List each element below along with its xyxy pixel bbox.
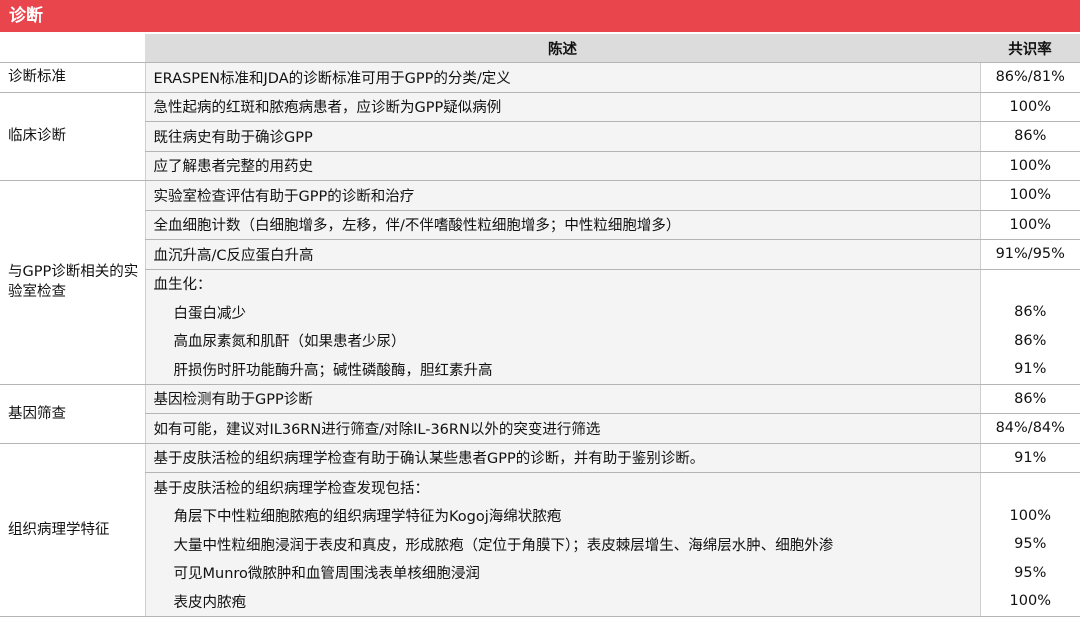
- rate-cell: [979, 269, 1080, 298]
- rate-cell: 91%: [979, 355, 1080, 385]
- rate-cell: [979, 472, 1080, 502]
- rate-cell: 100%: [979, 151, 1080, 181]
- table-row: 表皮内脓疱 100%: [0, 587, 1080, 617]
- table-row: 应了解患者完整的用药史 100%: [0, 151, 1080, 181]
- category-cell: 组织病理学特征: [0, 443, 145, 617]
- statement-cell: ERASPEN标准和JDA的诊断标准可用于GPP的分类/定义: [144, 62, 980, 93]
- statement-cell: 角层下中性粒细胞脓疱的组织病理学特征为Kogoj海绵状脓疱: [144, 501, 980, 530]
- statement-cell: 实验室检查评估有助于GPP的诊断和治疗: [144, 180, 980, 211]
- statement-column-header: 陈述: [145, 34, 980, 63]
- rate-cell: 84%/84%: [979, 413, 1080, 444]
- category-cell: 基因筛查: [0, 384, 145, 444]
- statement-cell: 基因检测有助于GPP诊断: [144, 384, 980, 414]
- table-row: 基于皮肤活检的组织病理学检查发现包括：: [0, 472, 1080, 502]
- statement-cell: 肝损伤时肝功能酶升高；碱性磷酸酶，胆红素升高: [144, 355, 980, 385]
- rate-cell: 100%: [979, 210, 1080, 240]
- category-cell: 与GPP诊断相关的实验室检查: [0, 180, 145, 385]
- statement-cell: 可见Munro微脓肿和血管周围浅表单核细胞浸润: [144, 558, 980, 587]
- rate-cell: 91%/95%: [979, 239, 1080, 270]
- statement-cell: 血沉升高/C反应蛋白升高: [144, 239, 980, 270]
- table-row: 与GPP诊断相关的实验室检查 实验室检查评估有助于GPP的诊断和治疗 100%: [0, 180, 1080, 385]
- table-row: 诊断标准 ERASPEN标准和JDA的诊断标准可用于GPP的分类/定义 86%/…: [0, 62, 1080, 93]
- table-row: 高血尿素氮和肌酐（如果患者少尿） 86%: [0, 326, 1080, 355]
- statement-cell: 全血细胞计数（白细胞增多，左移，伴/不伴嗜酸性粒细胞增多；中性粒细胞增多）: [144, 210, 980, 240]
- rate-cell: 86%: [979, 298, 1080, 327]
- statement-cell: 大量中性粒细胞浸润于表皮和真皮，形成脓疱（定位于角膜下）；表皮棘层增生、海绵层水…: [144, 530, 980, 559]
- statement-cell: 急性起病的红斑和脓疱病患者，应诊断为GPP疑似病例: [144, 92, 980, 122]
- table-row: 血生化：: [0, 269, 1080, 298]
- rate-cell: 100%: [979, 92, 1080, 122]
- table-row: 大量中性粒细胞浸润于表皮和真皮，形成脓疱（定位于角膜下）；表皮棘层增生、海绵层水…: [0, 530, 1080, 559]
- table-row: 角层下中性粒细胞脓疱的组织病理学特征为Kogoj海绵状脓疱 100%: [0, 501, 1080, 530]
- table-row: 白蛋白减少 86%: [0, 298, 1080, 327]
- consensus-table: 陈述 共识率 诊断标准 ERASPEN标准和JDA的诊断标准可用于GPP的分类/…: [0, 34, 1080, 617]
- rate-cell: 86%: [979, 326, 1080, 355]
- statement-cell: 白蛋白减少: [144, 298, 980, 327]
- rate-cell: 100%: [979, 501, 1080, 530]
- section-title: 诊断: [0, 0, 1080, 32]
- table-row: 可见Munro微脓肿和血管周围浅表单核细胞浸润 95%: [0, 558, 1080, 587]
- table-row: 临床诊断 急性起病的红斑和脓疱病患者，应诊断为GPP疑似病例 100%: [0, 92, 1080, 181]
- table-row: 肝损伤时肝功能酶升高；碱性磷酸酶，胆红素升高 91%: [0, 355, 1080, 385]
- statement-cell: 血生化：: [144, 269, 980, 298]
- category-cell: 临床诊断: [0, 92, 145, 181]
- table-row: 基因筛查 基因检测有助于GPP诊断 86%: [0, 384, 1080, 444]
- statement-cell: 应了解患者完整的用药史: [144, 151, 980, 181]
- rate-cell: 86%: [979, 384, 1080, 414]
- rate-column-header: 共识率: [980, 34, 1080, 63]
- category-column-header: [0, 34, 145, 63]
- statement-cell: 基于皮肤活检的组织病理学检查有助于确认某些患者GPP的诊断，并有助于鉴别诊断。: [144, 443, 980, 473]
- rate-cell: 86%/81%: [979, 62, 1080, 93]
- statement-cell: 基于皮肤活检的组织病理学检查发现包括：: [144, 472, 980, 502]
- table-row: 全血细胞计数（白细胞增多，左移，伴/不伴嗜酸性粒细胞增多；中性粒细胞增多） 10…: [0, 210, 1080, 240]
- rate-cell: 95%: [979, 558, 1080, 587]
- table-row: 血沉升高/C反应蛋白升高 91%/95%: [0, 239, 1080, 270]
- rate-cell: 100%: [979, 180, 1080, 211]
- rate-cell: 100%: [979, 587, 1080, 617]
- table-row: 既往病史有助于确诊GPP 86%: [0, 121, 1080, 152]
- table-row: 组织病理学特征 基于皮肤活检的组织病理学检查有助于确认某些患者GPP的诊断，并有…: [0, 443, 1080, 617]
- rate-cell: 91%: [979, 443, 1080, 473]
- rate-cell: 95%: [979, 530, 1080, 559]
- statement-cell: 如有可能，建议对IL36RN进行筛查/对除IL-36RN以外的突变进行筛选: [144, 413, 980, 444]
- rate-cell: 86%: [979, 121, 1080, 152]
- statement-cell: 既往病史有助于确诊GPP: [144, 121, 980, 152]
- table-header-row: 陈述 共识率: [0, 34, 1080, 63]
- category-cell: 诊断标准: [0, 62, 145, 93]
- statement-cell: 高血尿素氮和肌酐（如果患者少尿）: [144, 326, 980, 355]
- statement-cell: 表皮内脓疱: [144, 587, 980, 617]
- table-row: 如有可能，建议对IL36RN进行筛查/对除IL-36RN以外的突变进行筛选 84…: [0, 413, 1080, 444]
